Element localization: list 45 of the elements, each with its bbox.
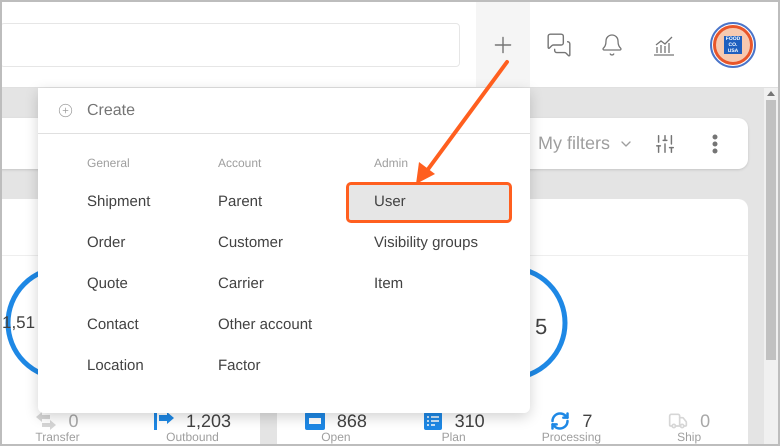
filter-settings-button[interactable] xyxy=(654,132,676,154)
column-heading: Account xyxy=(218,156,262,170)
bell-icon xyxy=(600,32,624,56)
outbound-arrow-icon xyxy=(154,412,174,430)
menu-item[interactable]: Parent xyxy=(190,182,346,223)
menu-item[interactable]: Visibility groups xyxy=(346,223,512,264)
menu-item[interactable]: Item xyxy=(346,264,512,305)
sliders-icon xyxy=(654,132,676,154)
menu-item[interactable]: Order xyxy=(59,223,190,264)
stat-value: 310 xyxy=(454,411,485,431)
search-field[interactable] xyxy=(2,22,460,66)
menu-item[interactable]: Carrier xyxy=(190,264,346,305)
menu-item[interactable]: Customer xyxy=(190,223,346,264)
scrollbar-thumb[interactable] xyxy=(766,100,776,360)
scroll-up-icon xyxy=(767,90,775,96)
stat-value: 0 xyxy=(700,411,710,431)
refresh-icon xyxy=(550,411,570,431)
more-vertical-icon xyxy=(712,134,718,154)
chat-bubbles-icon xyxy=(546,32,572,58)
stat-label: Transfer xyxy=(35,431,80,444)
menu-title: Create xyxy=(87,100,136,120)
stat-label: Ship xyxy=(677,431,702,444)
stat-value: 7 xyxy=(582,411,592,431)
ring-value: 5 xyxy=(535,313,548,341)
truck-icon xyxy=(668,411,688,431)
more-options-button[interactable] xyxy=(712,134,718,154)
menu-item[interactable]: Contact xyxy=(59,305,190,346)
menu-item[interactable]: User xyxy=(346,182,512,223)
column-heading: Admin xyxy=(374,156,408,170)
stat-label: Processing xyxy=(542,431,602,444)
menu-item[interactable]: Location xyxy=(59,346,190,387)
stat-value: 0 xyxy=(68,411,78,431)
column-heading: General xyxy=(87,156,130,170)
menu-item[interactable]: Quote xyxy=(59,264,190,305)
create-button[interactable] xyxy=(476,2,530,87)
stat-label: Plan xyxy=(442,431,466,444)
transfer-arrows-icon xyxy=(36,412,56,430)
menu-item[interactable]: Other account xyxy=(190,305,346,346)
stat-label: Open xyxy=(321,431,351,444)
menu-item[interactable]: Factor xyxy=(190,346,346,387)
plus-circle-icon xyxy=(58,103,73,118)
stat-value: 1,203 xyxy=(186,411,232,431)
stat-label: Outbound xyxy=(166,431,219,444)
menu-item[interactable]: Shipment xyxy=(59,182,190,223)
stat-value: 868 xyxy=(336,411,367,431)
